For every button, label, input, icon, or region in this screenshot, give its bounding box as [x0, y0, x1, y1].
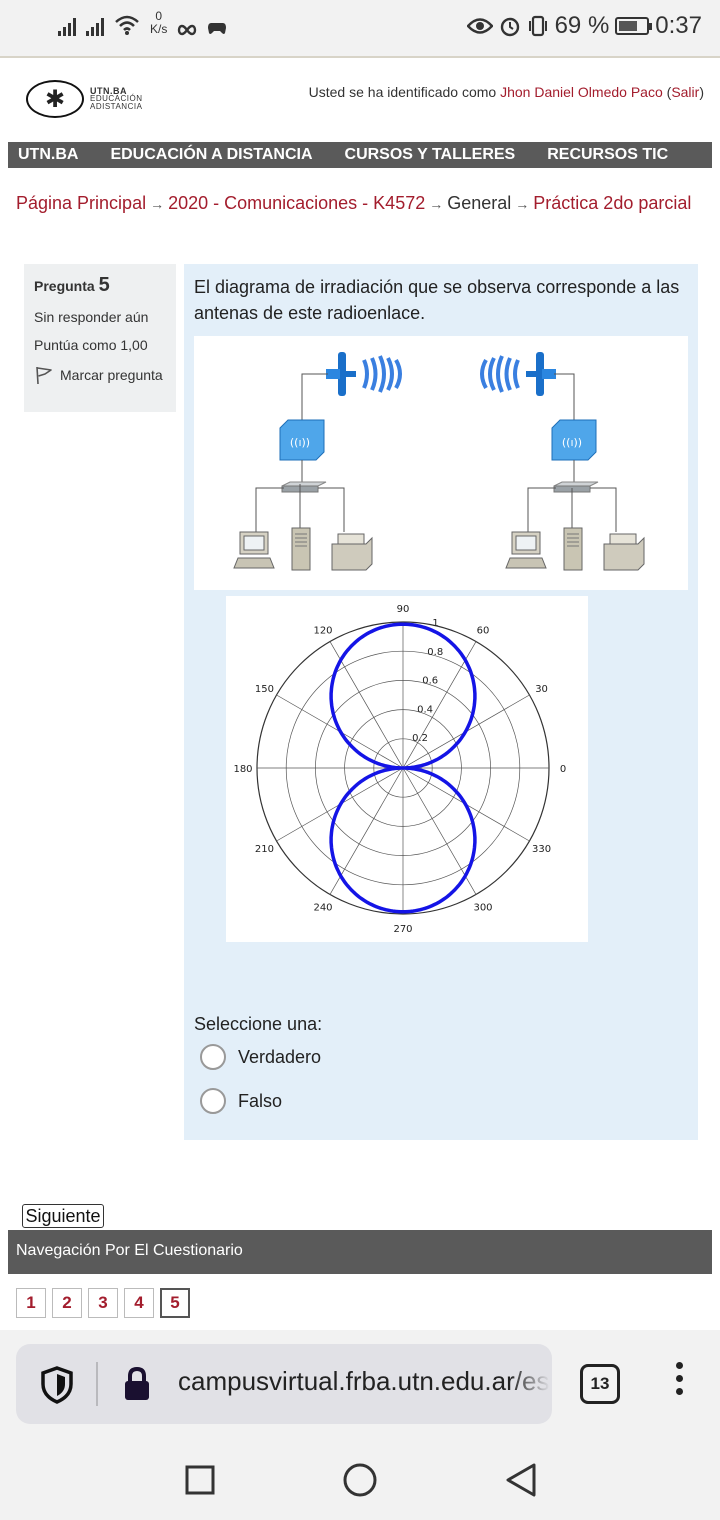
nav-item-recursos[interactable]: RECURSOS TIC [531, 146, 684, 164]
polar-angle-label: 210 [255, 844, 274, 855]
flag-icon [36, 366, 52, 385]
question-grade: Puntúa como 1,00 [34, 337, 148, 353]
network-speed: 0 K/s [150, 9, 168, 36]
alarm-icon [500, 17, 519, 37]
eye-icon [466, 18, 493, 34]
vibrate-icon [528, 15, 547, 37]
question-state: Sin responder aún [34, 309, 149, 325]
breadcrumb-home[interactable]: Página Principal [16, 193, 146, 213]
clock: 0:37 [655, 12, 702, 39]
breadcrumb: Página Principal → 2020 - Comunicaciones -… [16, 193, 692, 213]
tab-switcher-button[interactable]: 13 [580, 1364, 620, 1404]
polar-angle-label: 330 [532, 844, 551, 855]
wifi-icon [115, 15, 139, 35]
shield-icon[interactable] [40, 1366, 74, 1404]
polar-angle-label: 60 [477, 625, 490, 636]
flag-question-button[interactable]: Marcar pregunta [34, 365, 163, 385]
question-number: Pregunta 5 [34, 274, 110, 296]
quiz-page-3[interactable]: 3 [88, 1288, 118, 1318]
site-header: ✱ UTN.BA EDUCACIÓN ADISTANCIA Usted se h… [8, 62, 712, 140]
polar-radius-label: 1 [432, 618, 438, 629]
polar-radius-label: 0.8 [427, 647, 443, 658]
gamepad-icon [208, 23, 227, 34]
polar-angle-label: 270 [393, 924, 412, 935]
battery-icon [615, 17, 653, 35]
browser-toolbar: campusvirtual.frba.utn.edu.ar/esp 13 [0, 1330, 720, 1430]
polar-angle-label: 150 [255, 684, 274, 695]
url-text[interactable]: campusvirtual.frba.utn.edu.ar/esp [178, 1366, 550, 1397]
quiz-navigation-buttons: 1 2 3 4 5 [16, 1288, 190, 1318]
browser-menu-icon[interactable] [676, 1362, 683, 1395]
address-bar[interactable]: campusvirtual.frba.utn.edu.ar/esp [16, 1344, 552, 1424]
signal-icon [58, 16, 76, 36]
option-label: Verdadero [238, 1046, 322, 1067]
question-content: El diagrama de irradiación que se observ… [184, 264, 698, 1140]
lock-icon[interactable] [122, 1366, 152, 1402]
next-button[interactable]: Siguiente [22, 1204, 104, 1228]
answer-prompt: Seleccione una: [194, 1014, 323, 1034]
recents-icon[interactable] [184, 1464, 216, 1496]
polar-radius-label: 0.4 [417, 704, 433, 715]
main-navigation: UTN.BA EDUCACIÓN A DISTANCIA CURSOS Y TA… [8, 142, 712, 168]
logout-link[interactable]: Salir [671, 84, 699, 100]
polar-angle-label: 0 [560, 764, 566, 775]
polar-angle-label: 240 [313, 903, 332, 914]
breadcrumb-section: General [447, 193, 512, 213]
breadcrumb-activity[interactable]: Práctica 2do parcial [533, 193, 691, 213]
polar-angle-label: 300 [473, 903, 492, 914]
polar-radius-label: 0.6 [422, 676, 438, 687]
option-verdadero[interactable]: Verdadero [200, 1044, 321, 1070]
quiz-page-4[interactable]: 4 [124, 1288, 154, 1318]
breadcrumb-course[interactable]: 2020 - Comunicaciones - K4572 [168, 193, 425, 213]
quiz-page-5[interactable]: 5 [160, 1288, 190, 1318]
polar-radius-label: 0.2 [412, 733, 428, 744]
quiz-navigation-title: Navegación Por El Cuestionario [8, 1230, 712, 1274]
polar-radiation-plot: 0 30 60 90 120 150 180 210 240 270 300 330 0.2 0.4 0.6… [226, 596, 588, 942]
web-page: ✱ UTN.BA EDUCACIÓN ADISTANCIA Usted se h… [0, 56, 720, 1330]
signal-icon-2 [86, 16, 104, 36]
radio-link-diagram: ((ı)) [194, 336, 688, 590]
user-profile-link[interactable]: Jhon Daniel Olmedo Paco [500, 84, 663, 100]
radio-verdadero[interactable] [200, 1044, 226, 1070]
infinity-icon [178, 24, 197, 36]
polar-angle-label: 90 [397, 604, 410, 615]
polar-angle-label: 120 [313, 625, 332, 636]
question-info: Pregunta 5 Sin responder aún Puntúa como… [24, 264, 176, 412]
system-navigation-bar [0, 1430, 720, 1520]
utn-emblem-icon: ✱ [26, 80, 84, 118]
nav-item-utnba[interactable]: UTN.BA [8, 146, 94, 164]
nav-item-cursos[interactable]: CURSOS Y TALLERES [329, 146, 532, 164]
quiz-page-2[interactable]: 2 [52, 1288, 82, 1318]
quiz-page-1[interactable]: 1 [16, 1288, 46, 1318]
login-info: Usted se ha identificado como Jhon Danie… [308, 84, 704, 100]
back-icon[interactable] [504, 1462, 538, 1498]
radio-falso[interactable] [200, 1088, 226, 1114]
nav-item-educacion[interactable]: EDUCACIÓN A DISTANCIA [94, 146, 328, 164]
option-label: Falso [238, 1090, 283, 1111]
status-bar: 0 K/s 69 % 0:37 [0, 0, 720, 56]
home-icon[interactable] [342, 1462, 378, 1498]
utn-logo[interactable]: ✱ UTN.BA EDUCACIÓN ADISTANCIA [26, 80, 143, 118]
option-falso[interactable]: Falso [200, 1088, 282, 1114]
battery-percent: 69 % [554, 12, 610, 39]
polar-angle-label: 180 [233, 764, 252, 775]
question-text: El diagrama de irradiación que se observ… [194, 277, 680, 323]
polar-angle-label: 30 [535, 684, 548, 695]
